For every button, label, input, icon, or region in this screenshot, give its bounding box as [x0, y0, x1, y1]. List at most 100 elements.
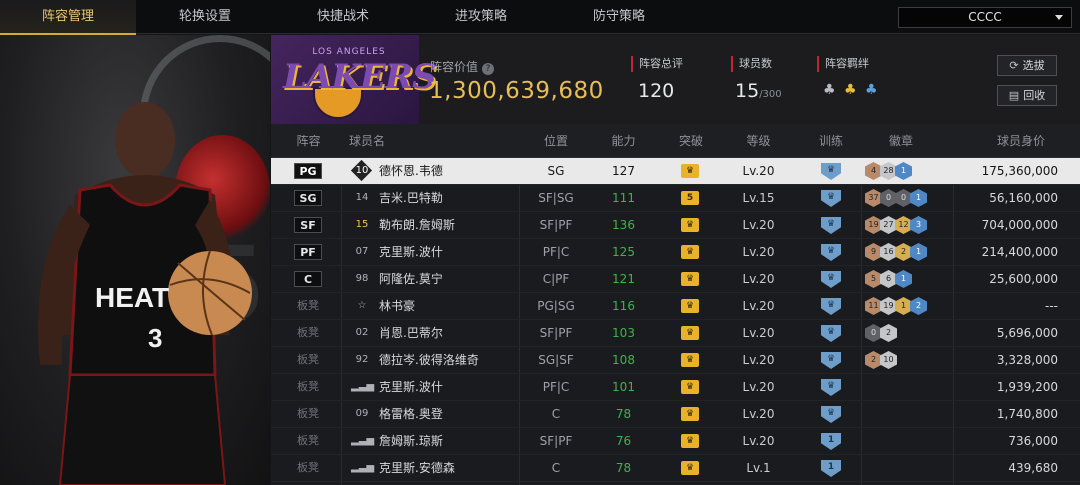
col-slot[interactable]: 阵容 [271, 124, 346, 158]
player-name[interactable]: 克里斯.波什 [379, 239, 443, 265]
training-shield-icon[interactable]: ♛ [821, 163, 841, 180]
badge-icon[interactable]: 0 [880, 189, 897, 207]
badge-icon[interactable]: 2 [880, 324, 897, 342]
badge-icon[interactable]: 1 [895, 297, 912, 315]
table-row[interactable]: 板凳 ☆ 林书豪 PG|SG 116 ♛ Lv.20 ♛ 11 19 1 2 --- [271, 293, 1080, 320]
badge-icon[interactable]: 6 [880, 270, 897, 288]
table-row[interactable]: C 98 阿隆佐.莫宁 C|PF 121 ♛ Lv.20 ♛ 5 6 1 25,600,000 [271, 266, 1080, 293]
bond-icon-blue[interactable]: ♣ [865, 82, 881, 98]
team-dropdown[interactable]: CCCC [898, 7, 1072, 28]
col-salary[interactable]: 球员身价 [971, 124, 1071, 158]
breakthrough-crown-icon[interactable]: ♛ [681, 272, 699, 286]
tab-defense[interactable]: 防守策略 [550, 0, 688, 34]
table-row[interactable]: PF 07 克里斯.波什 PF|C 125 ♛ Lv.20 ♛ 9 16 2 1 214,400,000 [271, 239, 1080, 266]
training-shield-icon[interactable]: ♛ [821, 406, 841, 423]
training-shield-icon[interactable]: ♛ [821, 217, 841, 234]
badge-icon[interactable]: 5 [865, 270, 882, 288]
table-row[interactable]: 板凳 92 德拉岑.彼得洛维奇 SG|SF 108 ♛ Lv.20 ♛ 2 10 3,328,000 [271, 347, 1080, 374]
badge-icon[interactable]: 1 [910, 189, 927, 207]
player-name[interactable]: 阿隆佐.莫宁 [379, 266, 443, 292]
badge-icon[interactable]: 2 [865, 351, 882, 369]
badge-icon[interactable]: 1 [910, 243, 927, 261]
tab-lineup[interactable]: 阵容管理 [0, 0, 136, 35]
training-shield-icon[interactable]: ♛ [821, 244, 841, 261]
badge-icon[interactable]: 9 [865, 243, 882, 261]
badge-icon[interactable]: 37 [865, 189, 882, 207]
col-level[interactable]: 等级 [726, 124, 791, 158]
position-slot-pf[interactable]: PF [294, 244, 322, 260]
badge-icon[interactable]: 10 [880, 351, 897, 369]
badge-icon[interactable]: 11 [865, 297, 882, 315]
col-training[interactable]: 训练 [796, 124, 866, 158]
player-name[interactable]: 德怀恩.韦德 [379, 158, 443, 184]
badge-icon[interactable]: 0 [895, 189, 912, 207]
badge-icon[interactable]: 3 [910, 216, 927, 234]
position-slot-c[interactable]: C [294, 271, 322, 287]
table-row[interactable]: 板凳 ▂▃▅ 克里斯.波什 PF|C 101 ♛ Lv.20 ♛ 1,939,200 [271, 374, 1080, 401]
position-slot-pg[interactable]: PG [294, 163, 322, 179]
breakthrough-crown-icon[interactable]: ♛ [681, 218, 699, 232]
table-row[interactable]: SG 14 吉米.巴特勒 SF|SG 111 5 Lv.15 ♛ 37 0 0 1 56,160,000 [271, 185, 1080, 212]
position-slot-sf[interactable]: SF [294, 217, 322, 233]
col-badges[interactable]: 徽章 [866, 124, 936, 158]
player-name[interactable]: 詹姆斯.琼斯 [379, 428, 443, 454]
player-name[interactable]: 克里斯.波什 [379, 374, 443, 400]
breakthrough-crown-icon[interactable]: ♛ [681, 326, 699, 340]
training-shield-icon[interactable]: ♛ [821, 325, 841, 342]
badge-icon[interactable]: 1 [895, 162, 912, 180]
breakthrough-crown-icon[interactable]: ♛ [681, 299, 699, 313]
badge-icon[interactable]: 2 [910, 297, 927, 315]
badge-icon[interactable]: 0 [865, 324, 882, 342]
breakthrough-crown-icon[interactable]: ♛ [681, 461, 699, 475]
player-name[interactable]: 林书豪 [379, 293, 415, 319]
position-slot-sg[interactable]: SG [294, 190, 322, 206]
player-name[interactable]: 肖恩.巴蒂尔 [379, 320, 443, 346]
col-position[interactable]: 位置 [521, 124, 591, 158]
training-shield-icon[interactable]: 1 [821, 460, 841, 477]
badge-icon[interactable]: 1 [895, 270, 912, 288]
badge-icon[interactable]: 28 [880, 162, 897, 180]
bond-icon-silver[interactable]: ♣ [823, 82, 839, 98]
select-button[interactable]: ⟳ 选拔 [997, 55, 1057, 76]
training-shield-icon[interactable]: ♛ [821, 190, 841, 207]
badge-icon[interactable]: 4 [865, 162, 882, 180]
col-breakthrough[interactable]: 突破 [656, 124, 726, 158]
badge-icon[interactable]: 12 [895, 216, 912, 234]
tab-rotation[interactable]: 轮换设置 [136, 0, 274, 34]
breakthrough-crown-icon[interactable]: ♛ [681, 353, 699, 367]
table-row[interactable]: PG 10 德怀恩.韦德 SG 127 ♛ Lv.20 ♛ 4 28 1 175,360,000 [271, 158, 1080, 185]
badge-icon[interactable]: 27 [880, 216, 897, 234]
training-shield-icon[interactable]: ♛ [821, 271, 841, 288]
player-name[interactable]: 勒布朗.詹姆斯 [379, 212, 455, 238]
tab-offense[interactable]: 进攻策略 [412, 0, 550, 34]
breakthrough-crown-icon[interactable]: ♛ [681, 245, 699, 259]
player-name[interactable]: 德拉岑.彼得洛维奇 [379, 347, 479, 373]
table-row[interactable]: 板凳 09 格雷格.奥登 C 78 ♛ Lv.20 ♛ 1,740,800 [271, 401, 1080, 428]
breakthrough-crown-icon[interactable]: ♛ [681, 380, 699, 394]
table-row[interactable]: 板凳 ▂▃▅ 詹姆斯.琼斯 SF|PF 76 ♛ Lv.20 1 736,000 [271, 428, 1080, 455]
table-row[interactable]: 板凳 ▂▃▅ 克里斯.安德森 C 78 ♛ Lv.1 1 439,680 [271, 455, 1080, 482]
player-name[interactable]: 格雷格.奥登 [379, 401, 443, 427]
badge-icon[interactable]: 19 [865, 216, 882, 234]
training-shield-icon[interactable]: ♛ [821, 379, 841, 396]
breakthrough-crown-icon[interactable]: ♛ [681, 407, 699, 421]
table-row[interactable]: SF 15 勒布朗.詹姆斯 SF|PF 136 ♛ Lv.20 ♛ 19 27 12 3 704,000… [271, 212, 1080, 239]
col-ability[interactable]: 能力 [591, 124, 656, 158]
breakthrough-crown-icon[interactable]: ♛ [681, 434, 699, 448]
training-shield-icon[interactable]: 1 [821, 433, 841, 450]
bond-icon-gold[interactable]: ♣ [844, 82, 860, 98]
table-row[interactable]: 板凳 02 肖恩.巴蒂尔 SF|PF 103 ♛ Lv.20 ♛ 0 2 5,696,000 [271, 320, 1080, 347]
col-name[interactable]: 球员名 [349, 124, 409, 158]
training-shield-icon[interactable]: ♛ [821, 298, 841, 315]
player-name[interactable]: 克里斯.安德森 [379, 455, 455, 481]
tab-quick-tactics[interactable]: 快捷战术 [274, 0, 412, 34]
badge-icon[interactable]: 2 [895, 243, 912, 261]
badge-icon[interactable]: 19 [880, 297, 897, 315]
breakthrough-crown-icon[interactable]: ♛ [681, 164, 699, 178]
recycle-button[interactable]: ▤ 回收 [997, 85, 1057, 106]
training-shield-icon[interactable]: ♛ [821, 352, 841, 369]
help-icon[interactable]: ? [482, 63, 495, 75]
player-name[interactable]: 吉米.巴特勒 [379, 185, 443, 211]
badge-icon[interactable]: 16 [880, 243, 897, 261]
breakthrough-crown-icon[interactable]: 5 [681, 191, 699, 205]
